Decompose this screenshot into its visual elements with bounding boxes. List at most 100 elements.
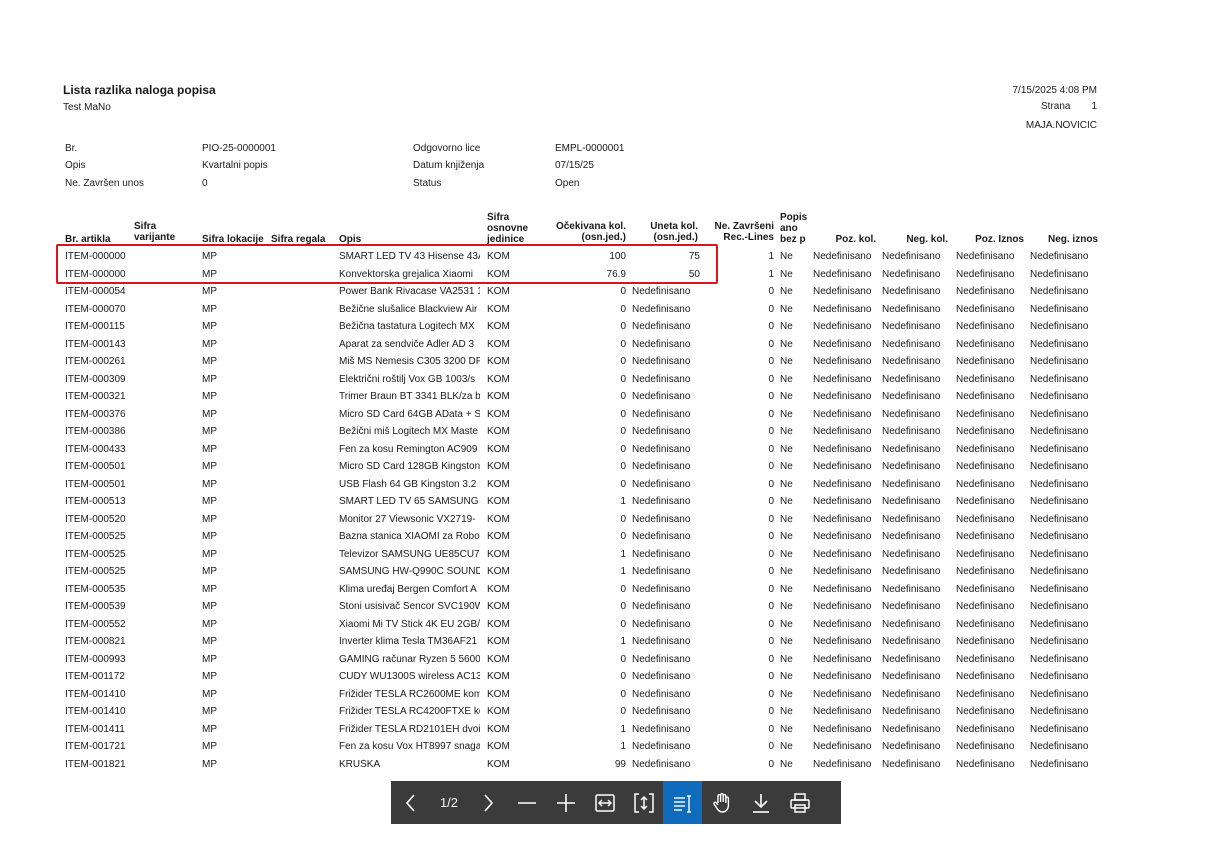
cell-expected-qty: 99 [614, 758, 626, 770]
fit-page-icon[interactable] [624, 781, 663, 824]
table-row: ITEM-000539 MP Stoni usisivač Sencor SVC19… [0, 601, 1223, 618]
cell-location: MP [202, 601, 217, 612]
col-header-entered: Uneta kol. (osn.jed.) [650, 221, 698, 243]
cell-expected-qty: 0 [620, 391, 626, 402]
cell-pos-amount: Nedefinisano [956, 706, 1015, 717]
cell-pos-amount: Nedefinisano [956, 461, 1015, 472]
cell-not-done: 0 [768, 741, 774, 752]
cell-location: MP [202, 356, 217, 367]
cell-not-done: 0 [768, 408, 774, 420]
cell-not-done: 0 [768, 671, 774, 682]
cell-location: MP [202, 653, 217, 665]
zoom-out-icon[interactable] [507, 781, 546, 824]
cell-location: MP [202, 391, 217, 402]
cell-uom: KOM [487, 723, 510, 735]
cell-entered-qty: Nedefinisano [632, 408, 691, 420]
cell-neg-amount: Nedefinisano [1030, 321, 1089, 332]
cell-description: Stoni usisivač Sencor SVC190W [339, 601, 480, 612]
cell-neg-amount: Nedefinisano [1030, 408, 1089, 420]
odgovorno-label: Odgovorno lice [413, 143, 481, 154]
cell-neg-amount: Nedefinisano [1030, 548, 1089, 560]
status-value: Open [555, 178, 580, 189]
cell-pos-qty: Nedefinisano [813, 741, 872, 752]
cell-description: Bežična tastatura Logitech MX [339, 321, 475, 332]
cell-not-done: 0 [768, 618, 774, 630]
cell-expected-qty: 0 [620, 478, 626, 490]
cell-uom: KOM [487, 513, 510, 525]
cell-neg-amount: Nedefinisano [1030, 478, 1089, 490]
fit-width-icon[interactable] [585, 781, 624, 824]
br-value: PIO-25-0000001 [202, 143, 276, 154]
cell-uom: KOM [487, 758, 510, 770]
cell-counted: Ne [780, 478, 793, 490]
cell-item: ITEM-000386 [65, 426, 126, 437]
cell-neg-amount: Nedefinisano [1030, 251, 1089, 262]
cell-neg-amount: Nedefinisano [1030, 601, 1089, 612]
cell-neg-amount: Nedefinisano [1030, 671, 1089, 682]
table-row: ITEM-000386 MP Bežični miš Logitech MX Mas… [0, 426, 1223, 443]
prev-page-icon[interactable] [391, 781, 430, 824]
cell-expected-qty: 0 [620, 286, 626, 297]
cell-item: ITEM-000376 [65, 408, 126, 420]
cell-uom: KOM [487, 391, 510, 402]
download-icon[interactable] [741, 781, 780, 824]
pan-hand-icon[interactable] [702, 781, 741, 824]
cell-not-done: 1 [768, 268, 774, 280]
cell-neg-amount: Nedefinisano [1030, 303, 1089, 315]
opis-label: Opis [65, 160, 86, 171]
br-label: Br. [65, 143, 78, 154]
cell-uom: KOM [487, 426, 510, 437]
cell-entered-qty: Nedefinisano [632, 618, 691, 630]
cell-neg-qty: Nedefinisano [882, 671, 941, 682]
cell-location: MP [202, 478, 217, 490]
cell-neg-amount: Nedefinisano [1030, 513, 1089, 525]
cell-counted: Ne [780, 496, 793, 507]
cell-pos-qty: Nedefinisano [813, 338, 872, 350]
cell-entered-qty: Nedefinisano [632, 321, 691, 332]
table-row: ITEM-000821 MP Inverter klima Tesla TM36AF… [0, 636, 1223, 653]
cell-pos-qty: Nedefinisano [813, 531, 872, 542]
cell-pos-qty: Nedefinisano [813, 618, 872, 630]
cell-pos-qty: Nedefinisano [813, 286, 872, 297]
cell-item: ITEM-001411 [65, 723, 125, 735]
cell-neg-qty: Nedefinisano [882, 688, 941, 700]
cell-uom: KOM [487, 531, 510, 542]
opis-value: Kvartalni popis [202, 160, 268, 171]
print-icon[interactable] [780, 781, 819, 824]
cell-neg-amount: Nedefinisano [1030, 426, 1089, 437]
cell-item: ITEM-000525 [65, 548, 126, 560]
cell-counted: Ne [780, 391, 793, 402]
zoom-in-icon[interactable] [546, 781, 585, 824]
cell-neg-qty: Nedefinisano [882, 618, 941, 630]
cell-counted: Ne [780, 513, 793, 525]
cell-pos-amount: Nedefinisano [956, 251, 1015, 262]
cell-pos-qty: Nedefinisano [813, 548, 872, 560]
cell-neg-qty: Nedefinisano [882, 461, 941, 472]
cell-expected-qty: 0 [620, 426, 626, 437]
next-page-icon[interactable] [468, 781, 507, 824]
cell-neg-qty: Nedefinisano [882, 303, 941, 315]
cell-neg-qty: Nedefinisano [882, 653, 941, 665]
cell-uom: KOM [487, 321, 510, 332]
cell-pos-amount: Nedefinisano [956, 408, 1015, 420]
report-datetime: 7/15/2025 4:08 PM [1012, 85, 1097, 96]
odgovorno-value: EMPL-0000001 [555, 143, 625, 154]
cell-item: ITEM-000501 [65, 478, 126, 490]
cell-uom: KOM [487, 286, 510, 297]
cell-pos-amount: Nedefinisano [956, 723, 1015, 735]
cell-counted: Ne [780, 303, 793, 315]
cell-pos-amount: Nedefinisano [956, 618, 1015, 630]
cell-expected-qty: 0 [620, 688, 626, 700]
cell-neg-amount: Nedefinisano [1030, 566, 1089, 577]
cell-neg-qty: Nedefinisano [882, 356, 941, 367]
text-select-icon[interactable] [663, 781, 702, 824]
cell-item: ITEM-000525 [65, 566, 126, 577]
cell-location: MP [202, 443, 217, 455]
cell-description: Televizor SAMSUNG UE85CU7 [339, 548, 480, 560]
table-row: ITEM-000309 MP Električni roštilj Vox GB 1… [0, 374, 1223, 391]
cell-item: ITEM-000261 [65, 356, 126, 367]
cell-item: ITEM-000821 [65, 636, 126, 647]
table-row: ITEM-000525 MP Televizor SAMSUNG UE85CU7 KO… [0, 549, 1223, 566]
cell-location: MP [202, 373, 217, 385]
cell-item: ITEM-000501 [65, 461, 126, 472]
